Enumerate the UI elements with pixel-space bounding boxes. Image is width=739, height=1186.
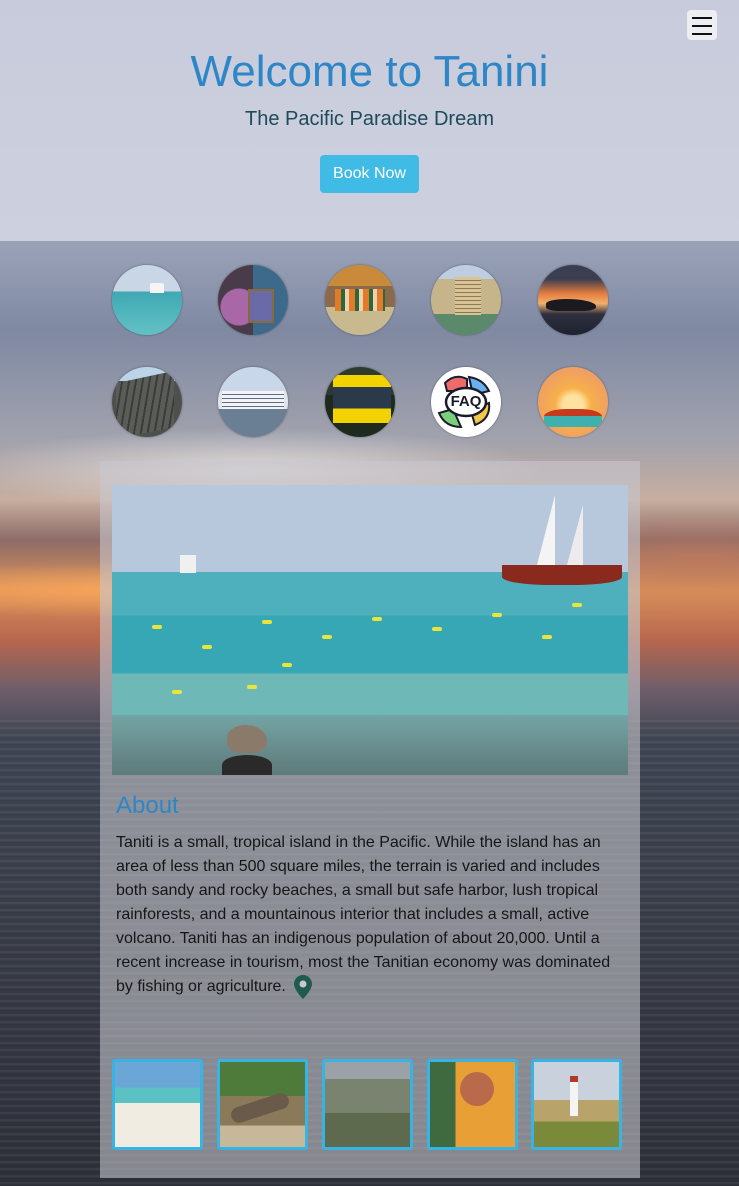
- nav-thumb-market-stalls[interactable]: [325, 265, 395, 335]
- about-panel: About Taniti is a small, tropical island…: [100, 461, 640, 1178]
- page-title: Welcome to Tanini: [190, 47, 549, 96]
- map-pin-icon[interactable]: [293, 975, 312, 999]
- gallery-image-lighthouse[interactable]: [531, 1059, 622, 1150]
- gallery-image-dancers[interactable]: [427, 1059, 518, 1150]
- nav-thumb-fortress[interactable]: [112, 367, 182, 437]
- nav-thumb-beach-sailboat[interactable]: [112, 265, 182, 335]
- about-paragraph: Taniti is a small, tropical island in th…: [116, 831, 616, 999]
- about-heading: About: [116, 792, 179, 819]
- nav-thumb-bus[interactable]: [325, 367, 395, 437]
- site-header: Welcome to Tanini The Pacific Paradise D…: [0, 0, 739, 241]
- book-now-button[interactable]: Book Now: [320, 155, 419, 193]
- nav-thumb-faq[interactable]: FAQ: [431, 367, 501, 437]
- nav-thumb-sunset-chat[interactable]: [538, 367, 608, 437]
- hero-beach-image: [112, 485, 628, 775]
- nav-thumb-cruise-ship[interactable]: [218, 367, 288, 437]
- nav-thumb-flower-shop[interactable]: [218, 265, 288, 335]
- faq-label: FAQ: [450, 393, 482, 410]
- gallery-image-sandy-beach[interactable]: [112, 1059, 203, 1150]
- gallery-image-driftwood[interactable]: [217, 1059, 308, 1150]
- hamburger-menu-icon[interactable]: [687, 10, 717, 40]
- about-text: Taniti is a small, tropical island in th…: [116, 834, 611, 996]
- page-subtitle: The Pacific Paradise Dream: [245, 108, 494, 130]
- nav-thumb-helicopter[interactable]: [538, 265, 608, 335]
- nav-thumb-hotel[interactable]: [431, 265, 501, 335]
- gallery-image-mountain-valley[interactable]: [322, 1059, 413, 1150]
